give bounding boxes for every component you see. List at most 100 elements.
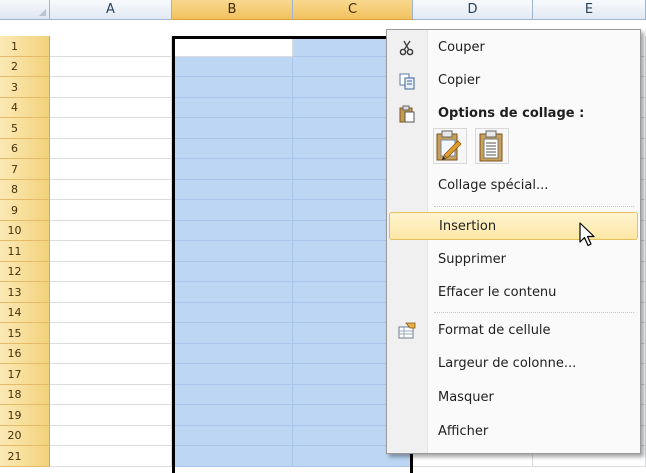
cell[interactable] [172, 446, 293, 467]
menu-item-label: Couper [438, 40, 485, 55]
cell[interactable] [172, 405, 293, 426]
menu-separator [434, 206, 634, 207]
cell[interactable] [50, 262, 172, 282]
cell[interactable] [50, 98, 172, 118]
cell[interactable] [172, 200, 293, 221]
cell[interactable] [172, 139, 293, 159]
column-header-d[interactable]: D [413, 0, 533, 20]
cell[interactable] [50, 77, 172, 98]
column-header-c[interactable]: C [293, 0, 413, 20]
cell[interactable] [172, 323, 293, 344]
row-header[interactable]: 4 [0, 98, 50, 118]
row-header[interactable]: 1 [0, 36, 50, 57]
row-header[interactable]: 12 [0, 262, 50, 282]
row-header[interactable]: 16 [0, 344, 50, 364]
cell[interactable] [50, 426, 172, 446]
column-header-a[interactable]: A [50, 0, 172, 20]
menu-header-label: Options de collage : [438, 106, 585, 121]
cell[interactable] [50, 180, 172, 200]
menu-item-paste-special[interactable]: Collage spécial... [389, 172, 638, 200]
cell[interactable] [172, 57, 293, 77]
cell[interactable] [50, 364, 172, 385]
menu-header-paste-options: Options de collage : [389, 100, 638, 128]
row-header[interactable]: 21 [0, 446, 50, 467]
cell[interactable] [50, 221, 172, 241]
menu-item-label: Masquer [438, 390, 494, 405]
cell[interactable] [50, 405, 172, 426]
menu-item-unhide[interactable]: Afficher [389, 418, 638, 446]
row-header[interactable]: 14 [0, 303, 50, 323]
row-header[interactable]: 11 [0, 241, 50, 262]
cell[interactable] [172, 77, 293, 98]
cell[interactable] [172, 282, 293, 303]
row-header[interactable]: 3 [0, 77, 50, 98]
cell[interactable] [172, 262, 293, 282]
menu-item-column-width[interactable]: Largeur de colonne... [389, 350, 638, 378]
menu-item-insert[interactable]: Insertion [389, 212, 638, 240]
row-header[interactable]: 9 [0, 200, 50, 221]
cell[interactable] [50, 159, 172, 180]
menu-item-clear-contents[interactable]: Effacer le contenu [389, 279, 638, 307]
cell[interactable] [50, 57, 172, 77]
cell[interactable] [50, 282, 172, 303]
row-header[interactable]: 8 [0, 180, 50, 200]
paste-button[interactable] [433, 128, 467, 164]
format-cells-icon [398, 322, 416, 339]
menu-separator [434, 312, 634, 313]
menu-item-hide[interactable]: Masquer [389, 384, 638, 412]
row-header[interactable]: 15 [0, 323, 50, 344]
cell[interactable] [50, 344, 172, 364]
menu-item-format-cells[interactable]: Format de cellule [389, 317, 638, 345]
context-menu: Couper Copier Options de collage : Colla… [386, 29, 641, 454]
cell[interactable] [50, 200, 172, 221]
cell[interactable] [172, 118, 293, 139]
clipboard-icon [399, 105, 415, 123]
cell[interactable] [50, 446, 172, 467]
row-header[interactable]: 2 [0, 57, 50, 77]
menu-item-label: Supprimer [438, 252, 506, 267]
menu-item-label: Largeur de colonne... [438, 356, 577, 371]
menu-item-label: Insertion [439, 219, 497, 234]
paste-values-icon [479, 130, 503, 162]
cell[interactable] [172, 241, 293, 262]
paste-values-button[interactable] [475, 128, 509, 164]
row-header[interactable]: 17 [0, 364, 50, 385]
select-all-button[interactable] [0, 0, 50, 20]
cell[interactable] [50, 118, 172, 139]
cell[interactable] [172, 98, 293, 118]
cell[interactable] [50, 241, 172, 262]
column-header-b[interactable]: B [172, 0, 293, 20]
cell[interactable] [172, 180, 293, 200]
cell[interactable] [172, 303, 293, 323]
cell[interactable] [50, 303, 172, 323]
menu-item-copy[interactable]: Copier [389, 67, 638, 95]
copy-icon [399, 73, 415, 90]
cell[interactable] [172, 364, 293, 385]
row-header[interactable]: 5 [0, 118, 50, 139]
cell[interactable] [50, 385, 172, 405]
cell[interactable] [50, 139, 172, 159]
cell[interactable] [172, 426, 293, 446]
menu-item-label: Copier [438, 73, 481, 88]
cell[interactable] [50, 36, 172, 57]
column-header-e[interactable]: E [533, 0, 646, 20]
menu-item-label: Format de cellule [438, 323, 551, 338]
menu-item-delete[interactable]: Supprimer [389, 246, 638, 274]
row-header[interactable]: 10 [0, 221, 50, 241]
cell[interactable] [172, 221, 293, 241]
row-header[interactable]: 6 [0, 139, 50, 159]
row-header[interactable]: 7 [0, 159, 50, 180]
row-header[interactable]: 20 [0, 426, 50, 446]
cell[interactable] [172, 36, 293, 57]
cell[interactable] [172, 385, 293, 405]
mouse-pointer-icon [579, 222, 595, 247]
scissors-icon [399, 40, 414, 56]
row-header[interactable]: 18 [0, 385, 50, 405]
row-header[interactable]: 13 [0, 282, 50, 303]
cell[interactable] [50, 323, 172, 344]
row-header[interactable]: 19 [0, 405, 50, 426]
cell[interactable] [172, 159, 293, 180]
menu-item-label: Afficher [438, 424, 489, 439]
menu-item-cut[interactable]: Couper [389, 34, 638, 62]
cell[interactable] [172, 344, 293, 364]
